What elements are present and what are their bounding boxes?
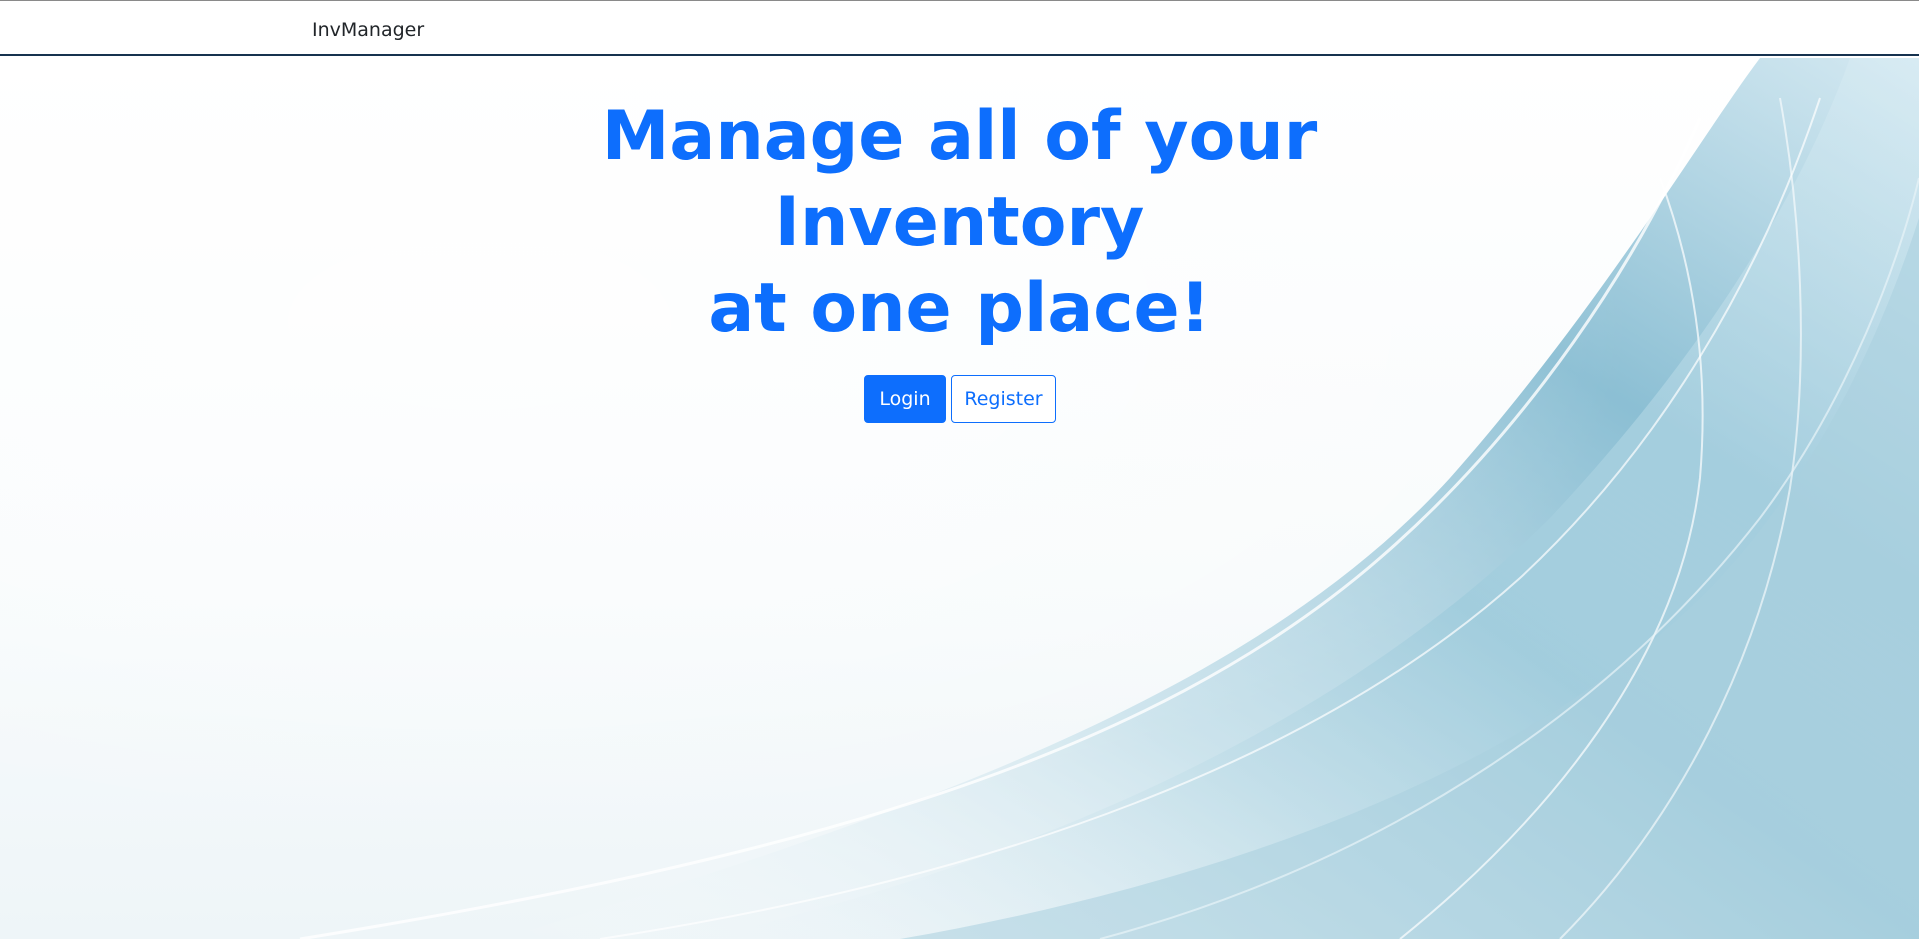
register-button[interactable]: Register (951, 375, 1056, 423)
top-navbar: InvManager (0, 0, 1919, 56)
login-button[interactable]: Login (864, 375, 946, 423)
headline-line-3: at one place! (708, 269, 1211, 348)
hero-headline: Manage all of your Inventory at one plac… (0, 94, 1919, 352)
brand-link[interactable]: InvManager (312, 19, 424, 41)
hero-section: Manage all of your Inventory at one plac… (0, 58, 1919, 939)
headline-line-2: Inventory (774, 183, 1145, 262)
headline-line-1: Manage all of your (601, 97, 1318, 176)
